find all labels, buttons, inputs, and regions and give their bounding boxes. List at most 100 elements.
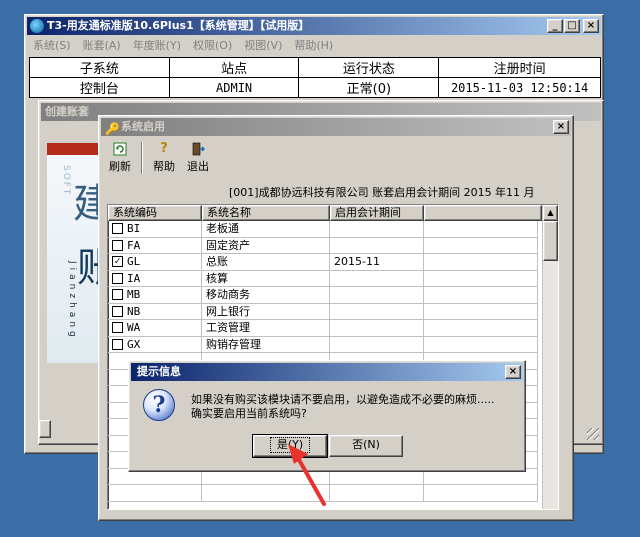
enable-checkbox-bi[interactable]	[112, 223, 123, 235]
enable-period	[330, 270, 424, 286]
enable-period	[330, 336, 424, 352]
cell-run-status: 正常(0)	[298, 77, 440, 98]
maximize-button[interactable]: □	[564, 19, 580, 33]
table-row[interactable]: 控制台 ADMIN 正常(0) 2015-11-03 12:50:14	[29, 77, 601, 98]
list-item[interactable]: IA 核算	[108, 270, 538, 287]
prompt-message: 如果没有购买该模块请不要启用，以避免造成不必要的麻烦..... 确实要启用当前系…	[191, 393, 494, 421]
list-item[interactable]: ✓ GL 总账 2015-11	[108, 254, 538, 271]
menu-view[interactable]: 视图(V)	[238, 37, 288, 55]
enable-checkbox-gl[interactable]: ✓	[112, 256, 123, 268]
help-icon: ?	[160, 141, 168, 156]
refresh-label: 刷新	[109, 160, 131, 173]
no-button-label: 否(N)	[352, 438, 380, 451]
list-item[interactable]: WA 工资管理	[108, 320, 538, 337]
list-item[interactable]: MB 移动商务	[108, 287, 538, 304]
system-name: 总账	[202, 254, 330, 270]
system-name: 网上银行	[202, 303, 330, 319]
exit-door-icon	[190, 142, 206, 156]
column-header-name[interactable]: 系统名称	[202, 205, 330, 221]
system-enable-close-button[interactable]: ×	[553, 120, 569, 134]
prompt-message-line2: 确实要启用当前系统吗?	[191, 407, 307, 420]
system-name: 购销存管理	[202, 336, 330, 352]
blank-cell	[424, 237, 538, 253]
system-enable-title: 系统启用	[121, 120, 165, 133]
list-item[interactable]: GX 购销存管理	[108, 336, 538, 353]
enable-period	[330, 303, 424, 319]
create-account-title: 创建账套	[45, 105, 89, 118]
enable-period	[330, 221, 424, 237]
subsystem-status-table: 子系统 站点 运行状态 注册时间 控制台 ADMIN 正常(0) 2015-11…	[29, 57, 601, 98]
list-item[interactable]: FA 固定资产	[108, 237, 538, 254]
enable-period	[330, 287, 424, 303]
toolbar-separator	[141, 142, 143, 174]
enable-period	[330, 237, 424, 253]
blank-cell	[424, 254, 538, 270]
enable-checkbox-ia[interactable]	[112, 272, 123, 284]
refresh-icon	[112, 142, 128, 156]
system-code: GX	[127, 337, 141, 351]
header-register-time: 注册时间	[438, 57, 601, 78]
blank-cell	[424, 303, 538, 319]
exit-button[interactable]: 退出	[181, 140, 215, 176]
banner-watermark: SOFT	[61, 165, 71, 197]
menu-permission[interactable]: 权限(O)	[187, 37, 238, 55]
table-header-row: 子系统 站点 运行状态 注册时间	[29, 57, 601, 78]
exit-label: 退出	[187, 160, 209, 173]
system-name: 固定资产	[202, 237, 330, 253]
system-code: WA	[127, 321, 141, 335]
prompt-titlebar[interactable]: 提示信息 ×	[131, 363, 523, 381]
vertical-scrollbar[interactable]: ▲	[542, 205, 558, 509]
close-button[interactable]: ×	[583, 19, 599, 33]
system-name: 移动商务	[202, 287, 330, 303]
system-code: IA	[127, 271, 141, 285]
minimize-button[interactable]: _	[547, 19, 563, 33]
no-button[interactable]: 否(N)	[329, 435, 403, 457]
system-enable-toolbar: 刷新 ? 帮助 退出	[103, 140, 215, 180]
key-icon: 🔑	[105, 122, 120, 136]
refresh-button[interactable]: 刷新	[103, 140, 137, 176]
list-item[interactable]: BI 老板通	[108, 221, 538, 238]
system-code: GL	[127, 255, 141, 269]
header-subsystem: 子系统	[29, 57, 170, 78]
scroll-thumb[interactable]	[543, 221, 558, 261]
header-site: 站点	[168, 57, 300, 78]
menu-system[interactable]: 系统(S)	[27, 37, 77, 55]
system-code: NB	[127, 304, 141, 318]
blank-cell	[424, 270, 538, 286]
enable-checkbox-wa[interactable]	[112, 322, 123, 334]
system-code: MB	[127, 288, 141, 302]
menu-help[interactable]: 帮助(H)	[288, 37, 339, 55]
header-run-status: 运行状态	[298, 57, 440, 78]
cell-register-time: 2015-11-03 12:50:14	[438, 77, 601, 98]
scroll-up-icon[interactable]: ▲	[543, 205, 558, 221]
prompt-close-button[interactable]: ×	[505, 365, 521, 379]
column-header-period[interactable]: 启用会计期间	[330, 205, 424, 221]
enable-checkbox-fa[interactable]	[112, 239, 123, 251]
blank-cell	[424, 320, 538, 336]
menu-year-account[interactable]: 年度账(Y)	[127, 37, 187, 55]
column-header-code[interactable]: 系统编码	[108, 205, 202, 221]
system-name: 核算	[202, 270, 330, 286]
column-header-blank	[424, 205, 542, 221]
help-label: 帮助	[153, 160, 175, 173]
account-period-info: [001]成都协远科技有限公司 账套启用会计期间 2015 年11 月	[229, 186, 535, 199]
annotation-arrow-icon	[288, 444, 326, 506]
system-enable-titlebar[interactable]: 🔑 系统启用 ×	[101, 118, 571, 136]
blank-cell	[424, 287, 538, 303]
blank-cell	[424, 221, 538, 237]
create-account-side-button[interactable]	[39, 420, 51, 438]
main-titlebar[interactable]: T3-用友通标准版10.6Plus1【系统管理】【试用版】 _ □ ×	[27, 17, 601, 35]
menu-bar: 系统(S) 账套(A) 年度账(Y) 权限(O) 视图(V) 帮助(H)	[27, 37, 339, 55]
cell-site: ADMIN	[168, 77, 300, 98]
menu-account[interactable]: 账套(A)	[77, 37, 127, 55]
system-name: 老板通	[202, 221, 330, 237]
app-logo-icon	[30, 19, 44, 33]
help-button[interactable]: ? 帮助	[147, 140, 181, 176]
enable-checkbox-gx[interactable]	[112, 338, 123, 350]
main-window-title: T3-用友通标准版10.6Plus1【系统管理】【试用版】	[47, 19, 310, 32]
enable-checkbox-mb[interactable]	[112, 289, 123, 301]
resize-grip-icon[interactable]	[587, 428, 599, 440]
enable-checkbox-nb[interactable]	[112, 305, 123, 317]
cell-subsystem: 控制台	[29, 77, 170, 98]
list-item[interactable]: NB 网上银行	[108, 303, 538, 320]
